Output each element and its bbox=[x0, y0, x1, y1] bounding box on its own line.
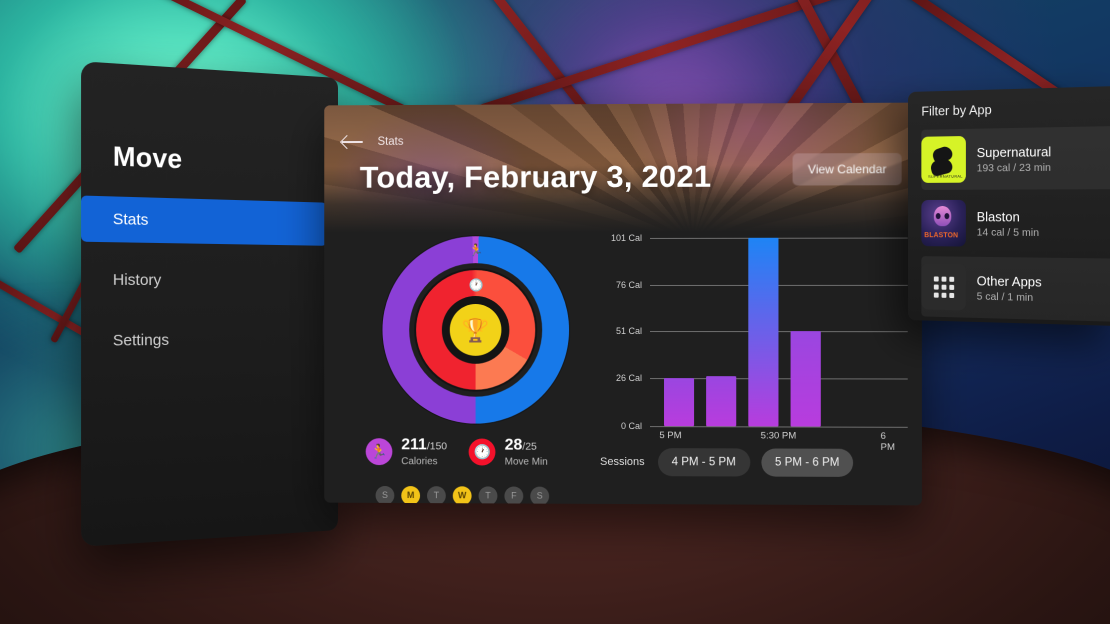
week-day[interactable]: T bbox=[427, 486, 446, 505]
y-tick-label: 26 Cal bbox=[616, 373, 642, 383]
clock-icon: 🕐 bbox=[466, 274, 487, 295]
x-axis-labels: 5 PM 5:30 PM 6 PM bbox=[650, 430, 908, 445]
stat-values: 🏃 211/150 Calories 🕐 28/25 Move Min bbox=[366, 437, 600, 468]
sessions-label: Sessions bbox=[600, 456, 645, 468]
y-tick-label: 0 Cal bbox=[621, 421, 642, 431]
y-tick-label: 76 Cal bbox=[616, 280, 642, 290]
app-filter-other-apps[interactable]: Other Apps 5 cal / 1 min bbox=[921, 256, 1110, 322]
session-chip-4pm-5pm[interactable]: 4 PM - 5 PM bbox=[658, 448, 750, 476]
app-title: Move bbox=[81, 139, 338, 181]
bar bbox=[791, 331, 821, 426]
back-arrow-icon[interactable] bbox=[342, 135, 364, 149]
sessions-filter: Sessions 4 PM - 5 PM 5 PM - 6 PM bbox=[600, 448, 854, 477]
app-name: Other Apps bbox=[977, 273, 1042, 290]
breadcrumb: Stats bbox=[378, 136, 404, 148]
sidebar-item-stats[interactable]: Stats bbox=[81, 196, 327, 246]
y-tick-label: 51 Cal bbox=[616, 326, 642, 336]
filter-panel-title: Filter by App bbox=[921, 99, 1110, 119]
session-chip-5pm-6pm[interactable]: 5 PM - 6 PM bbox=[761, 448, 854, 476]
app-stat: 193 cal / 23 min bbox=[977, 161, 1052, 174]
move-min-value: 28/25 bbox=[505, 438, 548, 455]
app-stat: 14 cal / 5 min bbox=[977, 226, 1039, 239]
breadcrumb-bar: Stats bbox=[342, 135, 403, 149]
stats-main-panel: Stats Today, February 3, 2021 View Calen… bbox=[324, 103, 922, 506]
y-tick-label: 101 Cal bbox=[611, 233, 642, 243]
runner-icon: 🏃 bbox=[466, 239, 487, 260]
sidebar-item-history[interactable]: History bbox=[81, 257, 327, 303]
week-day[interactable]: S bbox=[376, 486, 395, 505]
menu-panel: Move Stats History Settings bbox=[81, 61, 338, 547]
week-day[interactable]: M bbox=[401, 486, 420, 505]
page-title: Today, February 3, 2021 bbox=[360, 159, 712, 196]
bar-series bbox=[664, 238, 904, 427]
week-day[interactable]: T bbox=[479, 486, 498, 505]
week-day[interactable]: W bbox=[453, 486, 472, 505]
week-day[interactable]: F bbox=[504, 486, 523, 505]
activity-summary: 🏆 🏃 🕐 🏃 211/150 Calories 🕐 28/25 Move Mi… bbox=[352, 236, 600, 505]
vr-scene: Move Stats History Settings Stats Today,… bbox=[0, 0, 1110, 624]
x-tick-label: 6 PM bbox=[881, 431, 899, 453]
move-min-label: Move Min bbox=[505, 456, 548, 467]
trophy-icon: 🏆 bbox=[450, 304, 502, 356]
calories-label: Calories bbox=[401, 456, 447, 467]
week-day-dots: S M T W T F S bbox=[376, 486, 600, 506]
activity-rings: 🏆 🏃 🕐 bbox=[382, 236, 569, 424]
app-stat: 5 cal / 1 min bbox=[977, 290, 1042, 304]
calories-value: 211/150 bbox=[401, 437, 447, 454]
supernatural-app-icon: SUPERNATURAL bbox=[921, 136, 966, 183]
week-day[interactable]: S bbox=[530, 486, 549, 505]
stats-content: 🏆 🏃 🕐 🏃 211/150 Calories 🕐 28/25 Move Mi… bbox=[324, 231, 922, 505]
app-filter-blaston[interactable]: BLASTON Blaston 14 cal / 5 min bbox=[921, 192, 1110, 255]
x-tick-label: 5 PM bbox=[659, 430, 681, 441]
y-axis-labels: 101 Cal 76 Cal 51 Cal 26 Cal 0 Cal bbox=[600, 238, 646, 426]
runner-icon: 🏃 bbox=[366, 439, 393, 466]
view-calendar-button[interactable]: View Calendar bbox=[793, 153, 902, 186]
stat-calories: 🏃 211/150 Calories bbox=[366, 437, 447, 467]
blaston-app-icon: BLASTON bbox=[921, 200, 966, 247]
app-name: Blaston bbox=[977, 209, 1039, 225]
x-tick-label: 5:30 PM bbox=[761, 430, 797, 441]
app-name: Supernatural bbox=[977, 143, 1052, 159]
calorie-bar-chart: 101 Cal 76 Cal 51 Cal 26 Cal 0 Cal 5 PM … bbox=[600, 238, 908, 427]
bar bbox=[706, 376, 736, 426]
bar bbox=[748, 238, 778, 427]
bar bbox=[664, 378, 694, 427]
grid-apps-icon bbox=[921, 263, 966, 310]
plot-area bbox=[650, 238, 908, 427]
filter-by-app-panel: Filter by App SUPERNATURAL Supernatural … bbox=[908, 86, 1110, 326]
app-filter-supernatural[interactable]: SUPERNATURAL Supernatural 193 cal / 23 m… bbox=[921, 126, 1110, 190]
stat-move-min: 🕐 28/25 Move Min bbox=[469, 438, 548, 468]
clock-icon: 🕐 bbox=[469, 439, 496, 466]
sidebar-item-settings[interactable]: Settings bbox=[81, 317, 327, 364]
